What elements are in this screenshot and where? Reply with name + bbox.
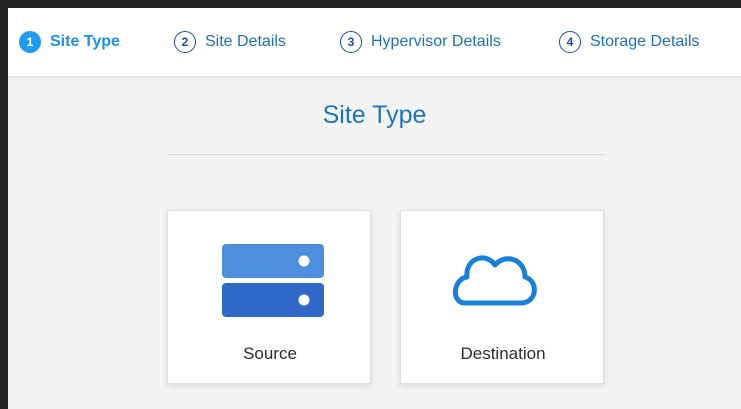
page-title: Site Type [322, 101, 427, 129]
destination-label: Destination [460, 344, 546, 363]
step-label-storage-details: Storage Details [590, 33, 700, 50]
step-number-4: 4 [559, 31, 581, 53]
source-card[interactable]: Source [167, 210, 371, 384]
destination-card[interactable]: Destination [400, 210, 604, 384]
step-label-site-type: Site Type [50, 33, 120, 50]
wizard-stepper: 1 Site Type 2 Site Details 3 Hypervisor … [8, 8, 741, 77]
step-number-3: 3 [340, 31, 362, 53]
app-frame: 1 Site Type 2 Site Details 3 Hypervisor … [8, 8, 741, 409]
step-label-site-details: Site Details [205, 33, 286, 50]
step-number-2: 2 [174, 31, 196, 53]
step-number-1: 1 [19, 31, 41, 53]
step-storage-details[interactable]: 4 Storage Details [559, 29, 699, 55]
server-icon [168, 211, 372, 331]
title-divider [168, 154, 606, 155]
step-label-hypervisor-details: Hypervisor Details [371, 33, 501, 50]
source-label: Source [243, 344, 297, 363]
cloud-icon [401, 211, 605, 331]
step-hypervisor-details[interactable]: 3 Hypervisor Details [340, 29, 501, 55]
step-site-details[interactable]: 2 Site Details [174, 29, 286, 55]
step-site-type[interactable]: 1 Site Type [19, 29, 120, 55]
